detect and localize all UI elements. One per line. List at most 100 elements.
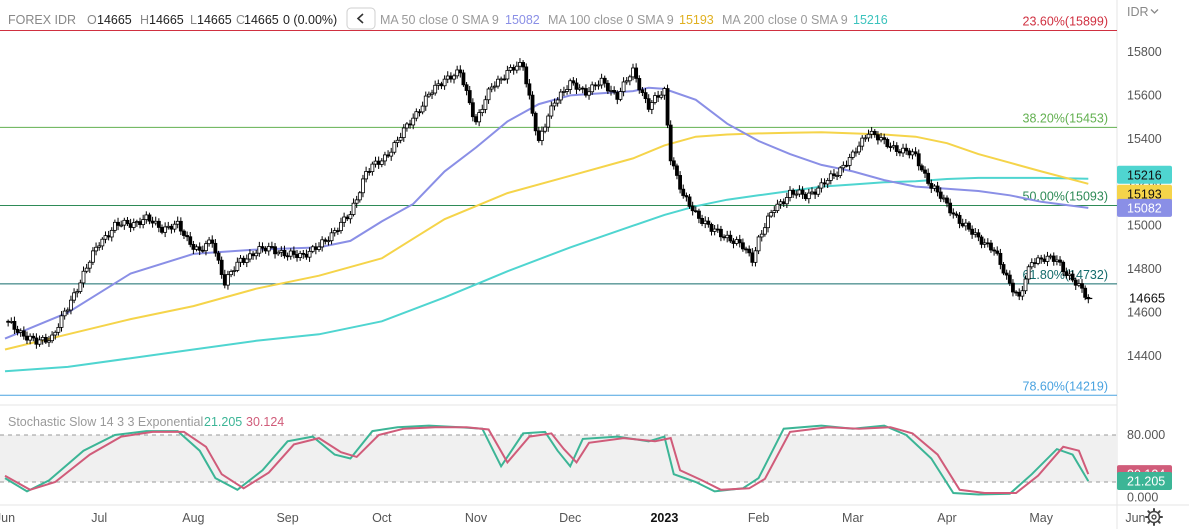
candle-body — [1026, 266, 1031, 280]
candle-body — [700, 218, 704, 224]
candle-body — [838, 167, 843, 176]
candle-body — [916, 153, 921, 167]
candle-body — [932, 185, 937, 189]
candle-body — [759, 233, 764, 238]
candle-body — [593, 84, 598, 87]
candle-body — [150, 220, 155, 224]
time-tick: May — [1029, 511, 1053, 525]
candle-body — [982, 242, 987, 245]
candle-body — [439, 83, 444, 87]
candle-body — [612, 90, 617, 93]
forex-chart[interactable]: 23.60%(15899)38.20%(15453)50.00%(15093)6… — [0, 0, 1189, 529]
candle-body — [948, 202, 953, 214]
candle-body — [251, 253, 255, 257]
candle-body — [963, 222, 968, 227]
ma-legend: MA 50 close 0 SMA 9 15082 MA 100 close 0… — [380, 13, 888, 27]
time-tick: Feb — [748, 511, 770, 525]
candle-body — [499, 78, 504, 81]
open-value: 14665 — [97, 13, 132, 27]
candle-body — [405, 123, 409, 129]
candle-body — [511, 67, 516, 71]
candle-body — [348, 214, 353, 220]
candle-body — [618, 91, 623, 100]
candle-body — [518, 62, 522, 67]
time-tick: Mar — [842, 511, 864, 525]
candle-body — [762, 227, 767, 235]
candle-body — [568, 80, 573, 90]
candle-body — [116, 221, 120, 226]
candle-body — [678, 175, 682, 190]
candle-body — [784, 197, 789, 205]
candle-body — [675, 165, 679, 176]
fib-label: 78.60%(14219) — [1023, 379, 1108, 393]
candle-body — [835, 175, 839, 177]
candle-body — [1036, 257, 1040, 264]
low-label: L — [190, 13, 197, 27]
high-value: 14665 — [149, 13, 184, 27]
candle-body — [235, 261, 240, 271]
candle-body — [339, 221, 343, 232]
candle-body — [147, 214, 152, 222]
candle-body — [910, 151, 915, 156]
candle-body — [684, 195, 689, 198]
candle-body — [376, 160, 381, 165]
candle-body — [260, 246, 265, 249]
candle-body — [78, 282, 83, 292]
collapse-legend-button[interactable] — [346, 7, 376, 30]
candle-body — [1039, 257, 1044, 260]
price-tick: 14400 — [1127, 349, 1162, 363]
candle-body — [257, 246, 262, 254]
candle-body — [813, 191, 818, 195]
candle-body — [546, 115, 551, 128]
candle-body — [301, 252, 306, 255]
candle-body — [342, 216, 347, 223]
candle-body — [649, 102, 654, 110]
candle-body — [781, 201, 786, 205]
candle-body — [172, 223, 177, 230]
candle-body — [926, 172, 931, 184]
candle-body — [816, 187, 821, 195]
candle-body — [882, 137, 887, 140]
candle-body — [455, 69, 460, 77]
candle-body — [806, 192, 811, 200]
candle-body — [103, 235, 108, 240]
candle-body — [854, 151, 858, 154]
candle-body — [426, 93, 431, 97]
candle-body — [185, 235, 190, 238]
candle-body — [844, 164, 849, 167]
candle-body — [772, 210, 777, 213]
candle-body — [957, 214, 962, 224]
candle-body — [656, 95, 661, 98]
candle-body — [166, 225, 171, 228]
candle-body — [62, 310, 67, 317]
candle-body — [59, 315, 64, 328]
stochastic-label: Stochastic Slow 14 3 3 Exponential — [8, 415, 203, 429]
candle-body — [474, 116, 478, 123]
candle-body — [744, 248, 748, 251]
candle-body — [119, 224, 124, 227]
candle-body — [898, 151, 902, 154]
candle-body — [904, 147, 909, 152]
candle-body — [866, 133, 871, 139]
candle-body — [690, 205, 695, 212]
candle-body — [18, 330, 23, 333]
candle-body — [1033, 262, 1037, 265]
time-tick: Aug — [182, 511, 204, 525]
candle-body — [125, 219, 130, 225]
candle-body — [954, 213, 959, 216]
candle-body — [992, 249, 996, 252]
stochastic-badge-text: 21.205 — [1127, 475, 1165, 489]
candle-body — [935, 185, 940, 193]
candle-body — [703, 220, 708, 224]
price-tick: 15800 — [1127, 45, 1162, 59]
candle-body — [712, 228, 717, 232]
candle-body — [81, 270, 86, 284]
price-tick: 15600 — [1127, 88, 1162, 102]
candle-body — [332, 230, 337, 234]
candle-body — [326, 240, 331, 243]
candle-body — [72, 292, 76, 301]
ma100-label: MA 100 close 0 SMA 9 — [548, 13, 674, 27]
candle-body — [204, 243, 208, 252]
candle-body — [756, 236, 761, 252]
time-tick: Jul — [91, 511, 107, 525]
